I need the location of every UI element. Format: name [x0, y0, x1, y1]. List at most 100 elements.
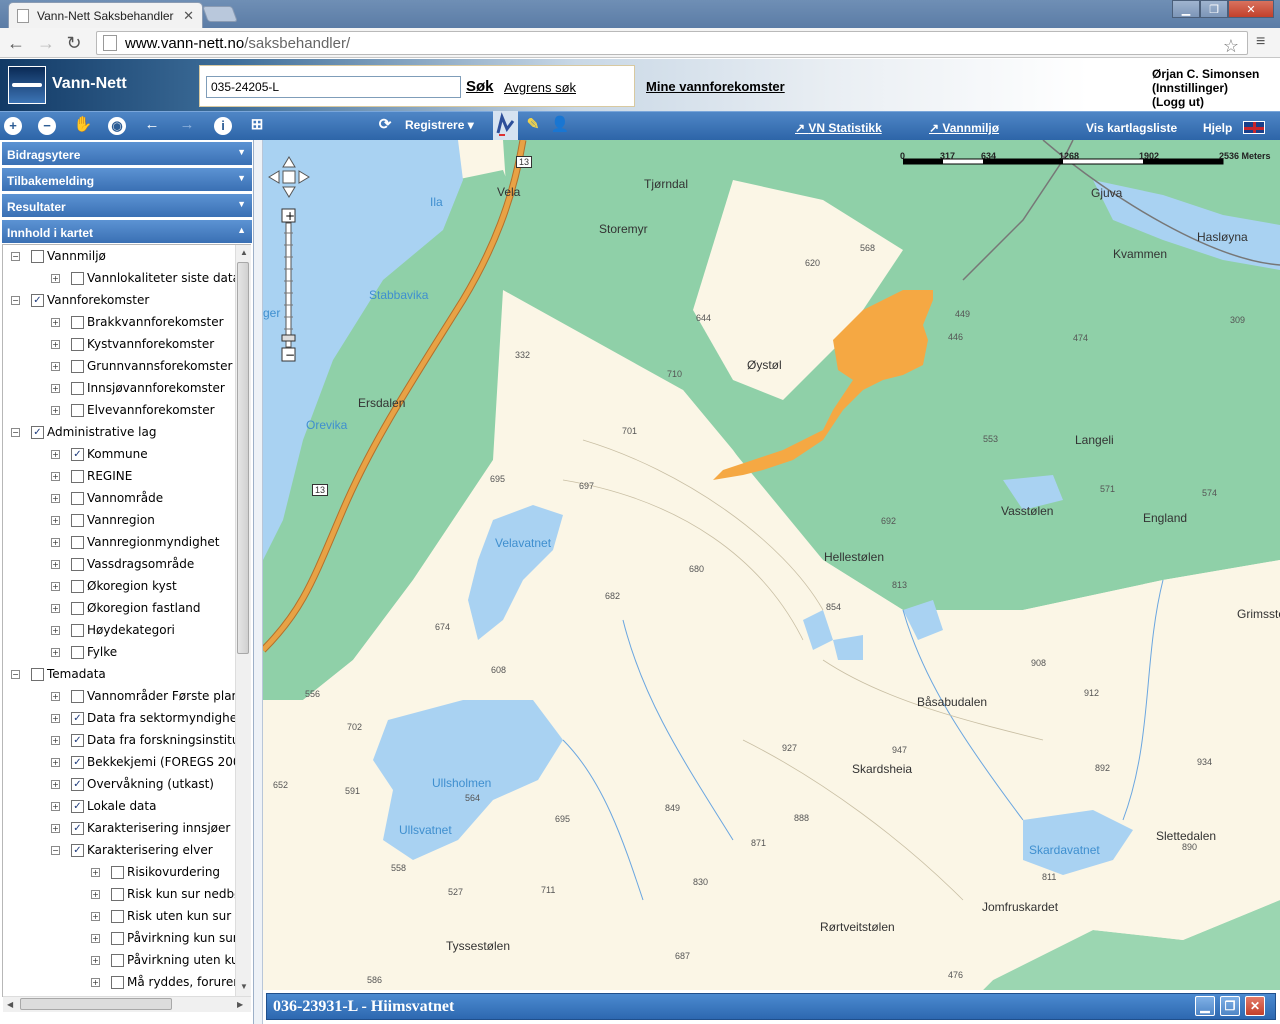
layer-checkbox[interactable]	[71, 557, 84, 571]
scroll-right-icon[interactable]: ▶	[237, 1000, 243, 1009]
expand-icon[interactable]: +	[51, 603, 60, 613]
expand-icon[interactable]: +	[51, 713, 60, 723]
panel-maximize-icon[interactable]: ❐	[1220, 996, 1240, 1016]
expand-icon[interactable]: +	[51, 559, 60, 569]
layer-checkbox[interactable]: ✓	[71, 755, 84, 769]
horizontal-scroll-thumb[interactable]	[20, 998, 172, 1010]
collapse-icon[interactable]: −	[11, 295, 20, 305]
expand-icon[interactable]: +	[51, 625, 60, 635]
full-extent-icon[interactable]: ◉	[108, 117, 126, 135]
expand-icon[interactable]: +	[51, 317, 60, 327]
address-bar[interactable]: www.vann-nett.no/saksbehandler/ ☆	[96, 31, 1248, 56]
expand-icon[interactable]: +	[91, 911, 100, 921]
scroll-down-icon[interactable]: ▼	[240, 982, 248, 991]
panel-close-icon[interactable]: ✕	[1245, 996, 1265, 1016]
vn-statistikk-link[interactable]: ↗ VN Statistikk	[795, 121, 882, 135]
expand-icon[interactable]: +	[51, 537, 60, 547]
layer-checkbox[interactable]	[71, 381, 84, 395]
layer-tree-row[interactable]: + Risk uten kun sur ne	[91, 905, 250, 927]
close-window-icon[interactable]: ✕	[1228, 0, 1274, 18]
browser-tab[interactable]: Vann-Nett Saksbehandler ✕	[8, 2, 203, 28]
pan-control[interactable]	[267, 155, 311, 199]
minimize-icon[interactable]: ▁	[1172, 0, 1200, 18]
map-view[interactable]: Vela Ila Tjørndal Storemyr Stabbavika ge…	[263, 140, 1280, 990]
forward-icon[interactable]: →	[36, 33, 56, 53]
search-button[interactable]: Søk	[466, 78, 494, 95]
layer-tree-row[interactable]: + Vannområder Første planfa	[51, 685, 250, 707]
pan-hand-icon[interactable]: ✋	[72, 114, 94, 136]
expand-icon[interactable]: +	[51, 405, 60, 415]
layer-tree-row[interactable]: + Elvevannforekomster	[51, 399, 215, 421]
draw-tool-button[interactable]	[493, 111, 518, 140]
layer-tree-row[interactable]: + Grunnvannsforekomster	[51, 355, 232, 377]
previous-extent-icon[interactable]: ←	[141, 114, 163, 136]
expand-icon[interactable]: +	[51, 471, 60, 481]
vertical-scroll-thumb[interactable]	[237, 262, 249, 654]
expand-icon[interactable]: +	[51, 383, 60, 393]
layer-tree-row[interactable]: − Vannmiljø	[11, 245, 106, 267]
search-input[interactable]	[206, 76, 461, 98]
layer-checkbox[interactable]	[31, 667, 44, 681]
layer-checkbox[interactable]	[71, 535, 84, 549]
expand-icon[interactable]: +	[51, 647, 60, 657]
info-icon[interactable]: i	[214, 117, 232, 135]
english-flag-icon[interactable]	[1243, 121, 1265, 134]
collapse-icon[interactable]: −	[11, 669, 20, 679]
expand-icon[interactable]: +	[51, 449, 60, 459]
layer-tree-row[interactable]: + Risikovurdering	[91, 861, 220, 883]
maximize-icon[interactable]: ❐	[1200, 0, 1228, 18]
expand-icon[interactable]: +	[51, 823, 60, 833]
layer-checkbox[interactable]: ✓	[71, 733, 84, 747]
layer-tree-row[interactable]: + Vannregion	[51, 509, 155, 531]
layer-checkbox[interactable]: ✓	[31, 425, 44, 439]
settings-link[interactable]: (Innstillinger)	[1152, 81, 1259, 95]
register-menu[interactable]: Registrere ▾	[405, 118, 474, 132]
layer-tree-row[interactable]: + Risk kun sur nedbør	[91, 883, 246, 905]
layer-tree-row[interactable]: + ✓ Lokale data	[51, 795, 156, 817]
next-extent-icon[interactable]: →	[176, 114, 198, 136]
zoom-slider[interactable]: + −	[281, 208, 297, 363]
layer-checkbox[interactable]	[71, 623, 84, 637]
layer-tree-row[interactable]: + ✓ Data fra sektormyndighete	[51, 707, 249, 729]
expand-icon[interactable]: +	[91, 889, 100, 899]
expand-icon[interactable]: +	[91, 977, 100, 987]
new-tab-button[interactable]	[202, 6, 238, 22]
zoom-out-icon[interactable]: −	[38, 117, 56, 135]
logout-link[interactable]: (Logg ut)	[1152, 95, 1259, 109]
expand-icon[interactable]: +	[91, 955, 100, 965]
scroll-left-icon[interactable]: ◀	[7, 1000, 13, 1009]
expand-icon[interactable]: +	[51, 691, 60, 701]
layer-checkbox[interactable]	[71, 579, 84, 593]
sidebar-splitter[interactable]	[254, 140, 263, 1024]
layer-tree-row[interactable]: + Vannområde	[51, 487, 163, 509]
layer-checkbox[interactable]: ✓	[71, 711, 84, 725]
layer-tree-row[interactable]: + ✓ Bekkekjemi (FOREGS 2008	[51, 751, 248, 773]
layer-checkbox[interactable]	[111, 931, 124, 945]
accordion-bidragsytere[interactable]: Bidragsytere ▼	[2, 142, 252, 166]
collapse-icon[interactable]: −	[51, 845, 60, 855]
layer-tree-row[interactable]: + Påvirkning kun sur n	[91, 927, 249, 949]
layer-tree-row[interactable]: + Vannlokaliteter siste data	[51, 267, 240, 289]
layer-checkbox[interactable]	[71, 271, 84, 285]
collapse-icon[interactable]: −	[11, 251, 20, 261]
refine-search-link[interactable]: Avgrens søk	[504, 80, 576, 95]
layer-checkbox[interactable]	[71, 513, 84, 527]
accordion-innhold-i-kartet[interactable]: Innhold i kartet ▲	[2, 220, 252, 244]
layer-tree-row[interactable]: − ✓ Vannforekomster	[11, 289, 149, 311]
layer-checkbox[interactable]	[71, 491, 84, 505]
layer-tree-row[interactable]: + Brakkvannforekomster	[51, 311, 224, 333]
layer-checkbox[interactable]: ✓	[31, 293, 44, 307]
layer-checkbox[interactable]	[71, 315, 84, 329]
accordion-resultater[interactable]: Resultater ▼	[2, 194, 252, 218]
expand-icon[interactable]: +	[91, 867, 100, 877]
layer-tree-row[interactable]: + Kystvannforekomster	[51, 333, 214, 355]
expand-icon[interactable]: +	[51, 339, 60, 349]
layer-checkbox[interactable]	[71, 601, 84, 615]
expand-icon[interactable]: +	[51, 361, 60, 371]
collapse-icon[interactable]: −	[11, 427, 20, 437]
layer-checkbox[interactable]	[71, 645, 84, 659]
layer-tree-row[interactable]: + Vannregionmyndighet	[51, 531, 219, 553]
close-tab-icon[interactable]: ✕	[183, 8, 194, 24]
layer-checkbox[interactable]: ✓	[71, 799, 84, 813]
layer-tree-row[interactable]: − Temadata	[11, 663, 106, 685]
